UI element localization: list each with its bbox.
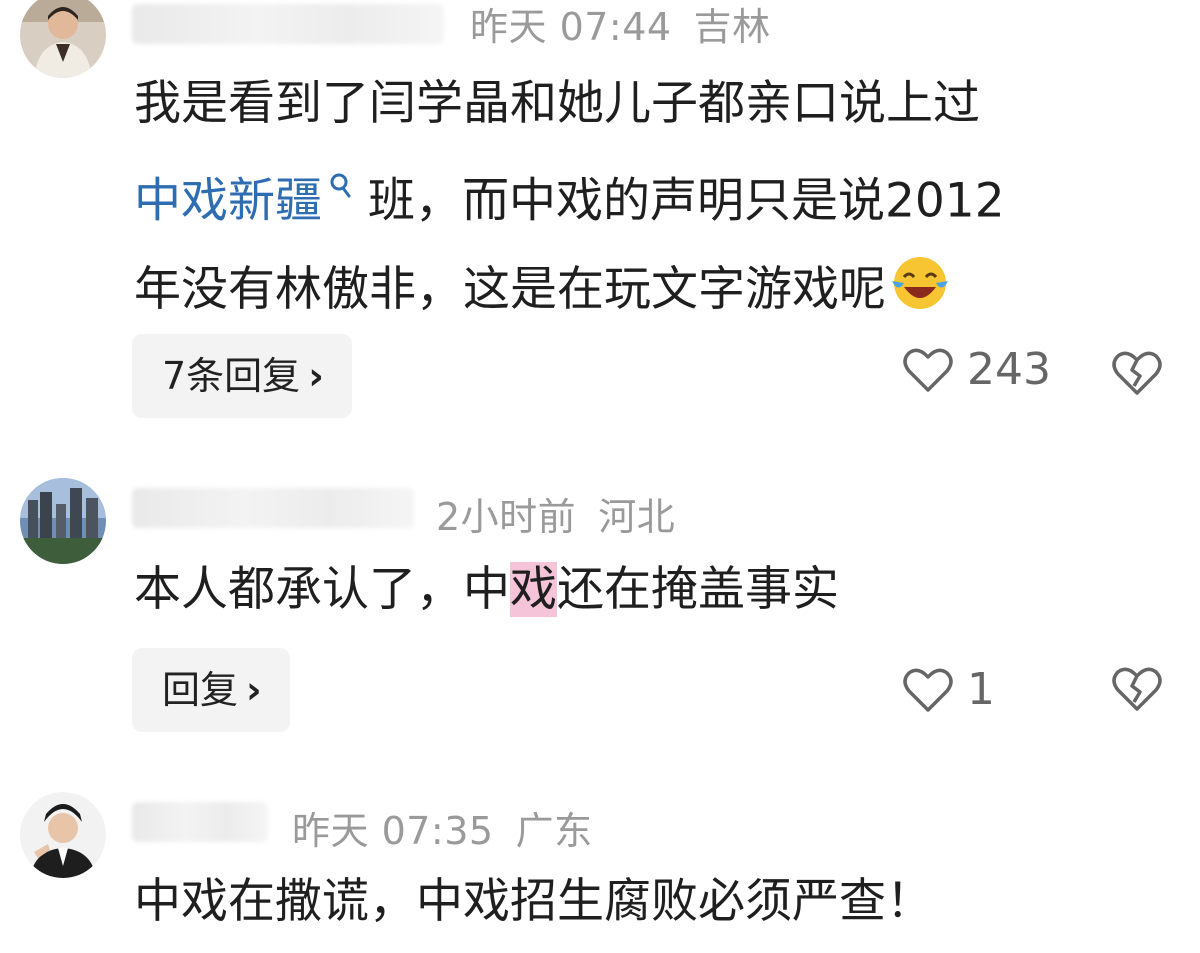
- comment-meta: 昨天 07:44 吉林: [470, 0, 771, 51]
- view-replies-button[interactable]: 7条回复 ›: [132, 334, 352, 418]
- reply-button[interactable]: 回复 ›: [132, 648, 290, 732]
- comment-line: 我是看到了闫学晶和她儿子都亲口说上过: [134, 76, 980, 131]
- comment-meta: 昨天 07:35 广东: [292, 800, 593, 855]
- comment-time: 昨天 07:35: [292, 809, 494, 853]
- avatar[interactable]: [20, 0, 106, 78]
- comment-line-rest: 班，而中戏的声明只是说2012: [368, 173, 1005, 229]
- comment-text: 我是看到了闫学晶和她儿子都亲口说上过 中戏新疆 班，而中戏的声明只是说2012 年…: [134, 60, 1005, 334]
- like-button[interactable]: 1: [903, 664, 995, 715]
- like-count: 243: [967, 344, 1051, 395]
- dislike-button[interactable]: [1112, 666, 1162, 716]
- comment-text: 本人都承认了，中戏还在掩盖事实: [134, 546, 839, 634]
- search-link[interactable]: 中戏新疆: [134, 174, 322, 229]
- like-button[interactable]: 243: [903, 344, 1051, 395]
- comment-text-part: 本人都承认了，中: [134, 562, 510, 617]
- comment-line-text: 年没有林傲非，这是在玩文字游戏呢: [134, 261, 886, 317]
- chevron-right-icon: ›: [308, 354, 324, 398]
- username-redacted[interactable]: [132, 488, 414, 528]
- reply-label: 回复: [162, 668, 239, 712]
- comment-line: 中戏新疆 班，而中戏的声明只是说2012: [134, 148, 1005, 246]
- comment-time: 2小时前: [436, 495, 577, 539]
- heart-icon: [903, 348, 953, 392]
- comment-location: 吉林: [693, 5, 771, 49]
- reply-label: 7条回复: [162, 354, 301, 398]
- username-redacted[interactable]: [132, 4, 444, 44]
- username-redacted[interactable]: [132, 802, 268, 842]
- search-icon[interactable]: [328, 173, 352, 207]
- like-count: 1: [967, 664, 995, 715]
- comment-location: 广东: [515, 809, 593, 853]
- comment-location: 河北: [598, 495, 676, 539]
- broken-heart-icon: [1112, 351, 1162, 395]
- avatar[interactable]: [20, 792, 106, 878]
- comment-text-part: 还在掩盖事实: [557, 562, 839, 617]
- comment-line: 本人都承认了，中戏还在掩盖事实: [134, 546, 839, 634]
- comment-line: 年没有林傲非，这是在玩文字游戏呢: [134, 246, 1005, 334]
- broken-heart-icon: [1112, 667, 1162, 711]
- highlighted-text: 戏: [510, 562, 557, 617]
- chevron-right-icon: ›: [246, 668, 262, 712]
- avatar[interactable]: [20, 478, 106, 564]
- comment-line: 中戏在撒谎，中戏招生腐败必须严查！: [134, 874, 933, 929]
- comment-meta: 2小时前 河北: [436, 486, 675, 541]
- comment-time: 昨天 07:44: [470, 5, 672, 49]
- dislike-button[interactable]: [1112, 350, 1162, 400]
- laughing-crying-emoji: [890, 253, 950, 313]
- comment-text: 中戏在撒谎，中戏招生腐败必须严查！: [134, 858, 933, 946]
- heart-icon: [903, 668, 953, 712]
